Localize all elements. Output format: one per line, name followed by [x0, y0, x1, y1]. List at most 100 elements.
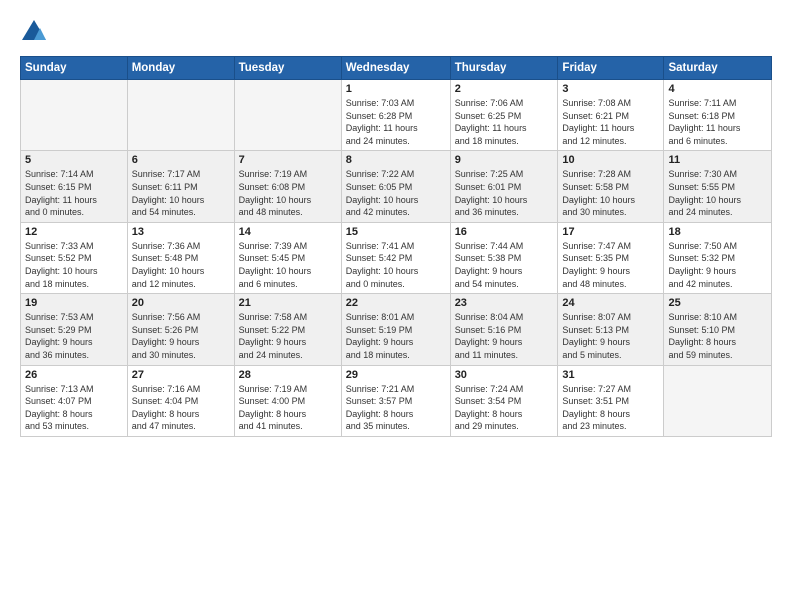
day-info: Sunrise: 7:25 AMSunset: 6:01 PMDaylight:… — [455, 168, 554, 218]
day-info: Sunrise: 8:01 AMSunset: 5:19 PMDaylight:… — [346, 311, 446, 361]
day-info: Sunrise: 7:44 AMSunset: 5:38 PMDaylight:… — [455, 240, 554, 290]
calendar-cell: 24 Sunrise: 8:07 AMSunset: 5:13 PMDayligh… — [558, 294, 664, 365]
day-info: Sunrise: 7:16 AMSunset: 4:04 PMDaylight:… — [132, 383, 230, 433]
header — [20, 18, 772, 46]
calendar-cell: 29 Sunrise: 7:21 AMSunset: 3:57 PMDayligh… — [341, 365, 450, 436]
day-number: 8 — [346, 154, 446, 166]
day-number: 25 — [668, 297, 767, 309]
calendar-cell: 2 Sunrise: 7:06 AMSunset: 6:25 PMDaylight… — [450, 80, 558, 151]
day-number: 26 — [25, 369, 123, 381]
day-number: 30 — [455, 369, 554, 381]
day-info: Sunrise: 7:19 AMSunset: 4:00 PMDaylight:… — [239, 383, 337, 433]
calendar-cell: 16Sunrise: 7:44 AMSunset: 5:38 PMDayligh… — [450, 222, 558, 293]
calendar-week-row: 19 Sunrise: 7:53 AMSunset: 5:29 PMDayligh… — [21, 294, 772, 365]
day-number: 13 — [132, 226, 230, 238]
calendar-cell — [664, 365, 772, 436]
logo — [20, 18, 52, 46]
day-number: 21 — [239, 297, 337, 309]
calendar-cell: 13 Sunrise: 7:36 AMSunset: 5:48 PMDayligh… — [127, 222, 234, 293]
day-info: Sunrise: 7:11 AMSunset: 6:18 PMDaylight:… — [668, 97, 767, 147]
calendar-cell: 14 Sunrise: 7:39 AMSunset: 5:45 PMDayligh… — [234, 222, 341, 293]
calendar-table: SundayMondayTuesdayWednesdayThursdayFrid… — [20, 56, 772, 437]
day-number: 1 — [346, 83, 446, 95]
calendar-cell: 30 Sunrise: 7:24 AMSunset: 3:54 PMDayligh… — [450, 365, 558, 436]
day-number: 4 — [668, 83, 767, 95]
calendar-cell: 5 Sunrise: 7:14 AMSunset: 6:15 PMDaylight… — [21, 151, 128, 222]
day-info: Sunrise: 7:28 AMSunset: 5:58 PMDaylight:… — [562, 168, 659, 218]
logo-icon — [20, 18, 48, 46]
day-number: 9 — [455, 154, 554, 166]
calendar-cell: 27 Sunrise: 7:16 AMSunset: 4:04 PMDayligh… — [127, 365, 234, 436]
calendar-cell: 11Sunrise: 7:30 AMSunset: 5:55 PMDayligh… — [664, 151, 772, 222]
day-info: Sunrise: 7:24 AMSunset: 3:54 PMDaylight:… — [455, 383, 554, 433]
calendar-cell: 21 Sunrise: 7:58 AMSunset: 5:22 PMDayligh… — [234, 294, 341, 365]
weekday-header-tuesday: Tuesday — [234, 57, 341, 80]
day-number: 5 — [25, 154, 123, 166]
calendar-cell: 20 Sunrise: 7:56 AMSunset: 5:26 PMDayligh… — [127, 294, 234, 365]
day-number: 11 — [668, 154, 767, 166]
calendar-week-row: 5 Sunrise: 7:14 AMSunset: 6:15 PMDaylight… — [21, 151, 772, 222]
calendar-cell: 7Sunrise: 7:19 AMSunset: 6:08 PMDaylight… — [234, 151, 341, 222]
day-number: 29 — [346, 369, 446, 381]
calendar-cell: 18Sunrise: 7:50 AMSunset: 5:32 PMDayligh… — [664, 222, 772, 293]
calendar-cell — [127, 80, 234, 151]
calendar-cell: 12 Sunrise: 7:33 AMSunset: 5:52 PMDayligh… — [21, 222, 128, 293]
calendar-cell: 23 Sunrise: 8:04 AMSunset: 5:16 PMDayligh… — [450, 294, 558, 365]
day-number: 27 — [132, 369, 230, 381]
day-number: 28 — [239, 369, 337, 381]
calendar-cell: 9 Sunrise: 7:25 AMSunset: 6:01 PMDaylight… — [450, 151, 558, 222]
calendar-cell: 25 Sunrise: 8:10 AMSunset: 5:10 PMDayligh… — [664, 294, 772, 365]
calendar-cell: 28 Sunrise: 7:19 AMSunset: 4:00 PMDayligh… — [234, 365, 341, 436]
day-info: Sunrise: 7:22 AMSunset: 6:05 PMDaylight:… — [346, 168, 446, 218]
weekday-header-monday: Monday — [127, 57, 234, 80]
day-number: 10 — [562, 154, 659, 166]
calendar-cell: 8 Sunrise: 7:22 AMSunset: 6:05 PMDaylight… — [341, 151, 450, 222]
calendar-cell: 19 Sunrise: 7:53 AMSunset: 5:29 PMDayligh… — [21, 294, 128, 365]
day-info: Sunrise: 7:03 AMSunset: 6:28 PMDaylight:… — [346, 97, 446, 147]
day-info: Sunrise: 7:36 AMSunset: 5:48 PMDaylight:… — [132, 240, 230, 290]
day-info: Sunrise: 7:21 AMSunset: 3:57 PMDaylight:… — [346, 383, 446, 433]
day-number: 18 — [668, 226, 767, 238]
day-number: 2 — [455, 83, 554, 95]
day-number: 19 — [25, 297, 123, 309]
day-info: Sunrise: 8:07 AMSunset: 5:13 PMDaylight:… — [562, 311, 659, 361]
weekday-header-thursday: Thursday — [450, 57, 558, 80]
day-info: Sunrise: 7:19 AMSunset: 6:08 PMDaylight:… — [239, 168, 337, 218]
day-info: Sunrise: 7:53 AMSunset: 5:29 PMDaylight:… — [25, 311, 123, 361]
day-info: Sunrise: 7:47 AMSunset: 5:35 PMDaylight:… — [562, 240, 659, 290]
day-info: Sunrise: 7:08 AMSunset: 6:21 PMDaylight:… — [562, 97, 659, 147]
weekday-header-row: SundayMondayTuesdayWednesdayThursdayFrid… — [21, 57, 772, 80]
weekday-header-sunday: Sunday — [21, 57, 128, 80]
day-info: Sunrise: 7:14 AMSunset: 6:15 PMDaylight:… — [25, 168, 123, 218]
calendar-cell — [234, 80, 341, 151]
page: SundayMondayTuesdayWednesdayThursdayFrid… — [0, 0, 792, 612]
weekday-header-wednesday: Wednesday — [341, 57, 450, 80]
day-number: 15 — [346, 226, 446, 238]
day-number: 31 — [562, 369, 659, 381]
day-number: 24 — [562, 297, 659, 309]
day-info: Sunrise: 7:58 AMSunset: 5:22 PMDaylight:… — [239, 311, 337, 361]
day-info: Sunrise: 7:41 AMSunset: 5:42 PMDaylight:… — [346, 240, 446, 290]
day-info: Sunrise: 8:10 AMSunset: 5:10 PMDaylight:… — [668, 311, 767, 361]
day-number: 12 — [25, 226, 123, 238]
day-info: Sunrise: 7:56 AMSunset: 5:26 PMDaylight:… — [132, 311, 230, 361]
calendar-cell: 4 Sunrise: 7:11 AMSunset: 6:18 PMDaylight… — [664, 80, 772, 151]
day-number: 14 — [239, 226, 337, 238]
calendar-cell: 6Sunrise: 7:17 AMSunset: 6:11 PMDaylight… — [127, 151, 234, 222]
day-info: Sunrise: 7:39 AMSunset: 5:45 PMDaylight:… — [239, 240, 337, 290]
day-number: 20 — [132, 297, 230, 309]
day-info: Sunrise: 8:04 AMSunset: 5:16 PMDaylight:… — [455, 311, 554, 361]
day-number: 17 — [562, 226, 659, 238]
calendar-week-row: 12 Sunrise: 7:33 AMSunset: 5:52 PMDayligh… — [21, 222, 772, 293]
calendar-cell: 31Sunrise: 7:27 AMSunset: 3:51 PMDayligh… — [558, 365, 664, 436]
day-info: Sunrise: 7:06 AMSunset: 6:25 PMDaylight:… — [455, 97, 554, 147]
day-info: Sunrise: 7:17 AMSunset: 6:11 PMDaylight:… — [132, 168, 230, 218]
weekday-header-friday: Friday — [558, 57, 664, 80]
calendar-week-row: 26 Sunrise: 7:13 AMSunset: 4:07 PMDayligh… — [21, 365, 772, 436]
weekday-header-saturday: Saturday — [664, 57, 772, 80]
day-number: 23 — [455, 297, 554, 309]
day-info: Sunrise: 7:13 AMSunset: 4:07 PMDaylight:… — [25, 383, 123, 433]
calendar-week-row: 1 Sunrise: 7:03 AMSunset: 6:28 PMDaylight… — [21, 80, 772, 151]
calendar-cell: 3Sunrise: 7:08 AMSunset: 6:21 PMDaylight… — [558, 80, 664, 151]
day-info: Sunrise: 7:33 AMSunset: 5:52 PMDaylight:… — [25, 240, 123, 290]
